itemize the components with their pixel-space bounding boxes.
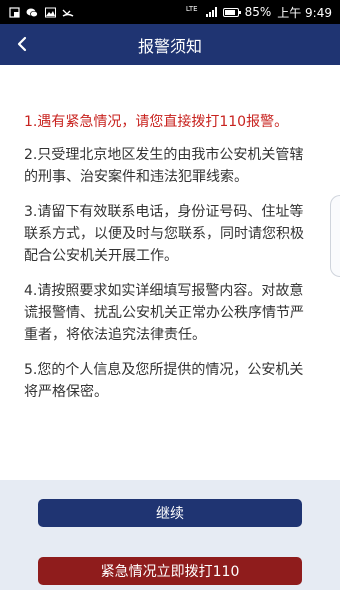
network-label: LTE bbox=[185, 5, 198, 13]
notice-item-5: 5.您的个人信息及您所提供的情况，公安机关将严格保密。 bbox=[24, 362, 304, 400]
signal-icon bbox=[205, 7, 217, 17]
clock: 上午 9:49 bbox=[277, 5, 332, 20]
notice-item-4: 4.请按照要求如实详细填写报警内容。对故意谎报警情、扰乱公安机关正常办公秩序情节… bbox=[24, 283, 304, 343]
status-bar-right: LTE 85% 上午 9:49 bbox=[186, 4, 332, 21]
status-bar: LTE 85% 上午 9:49 bbox=[0, 0, 340, 24]
edge-panel-handle[interactable] bbox=[330, 195, 340, 277]
status-bar-left bbox=[8, 6, 74, 18]
chat-icon bbox=[26, 6, 38, 18]
notice-item-2: 2.只受理北京地区发生的由我市公安机关管辖的刑事、治安案件和违法犯罪线索。 bbox=[24, 147, 304, 185]
network-indicator: LTE bbox=[186, 5, 200, 19]
battery-percent: 85% bbox=[244, 5, 272, 19]
title-bar: 报警须知 bbox=[0, 24, 340, 65]
missed-call-icon bbox=[62, 6, 74, 18]
notice-content[interactable]: 1.遇有紧急情况，请您直接拨打110报警。 2.只受理北京地区发生的由我市公安机… bbox=[0, 65, 340, 480]
emergency-call-button[interactable]: 紧急情况立即拨打110 bbox=[38, 557, 302, 585]
page-title: 报警须知 bbox=[137, 36, 202, 56]
screenshot-icon bbox=[8, 6, 20, 18]
chevron-left-icon bbox=[17, 36, 27, 52]
notice-item-3: 3.请留下有效联系电话，身份证号码、住址等联系方式，以便及时与您联系，同时请您积… bbox=[24, 204, 304, 264]
notice-item-1: 1.遇有紧急情况，请您直接拨打110报警。 bbox=[24, 114, 289, 130]
battery-fill bbox=[224, 9, 235, 15]
battery-icon bbox=[222, 7, 241, 17]
notice-list: 1.遇有紧急情况，请您直接拨打110报警。 2.只受理北京地区发生的由我市公安机… bbox=[24, 111, 314, 416]
continue-button[interactable]: 继续 bbox=[38, 499, 302, 527]
image-icon bbox=[44, 6, 56, 18]
back-button[interactable] bbox=[10, 32, 34, 56]
